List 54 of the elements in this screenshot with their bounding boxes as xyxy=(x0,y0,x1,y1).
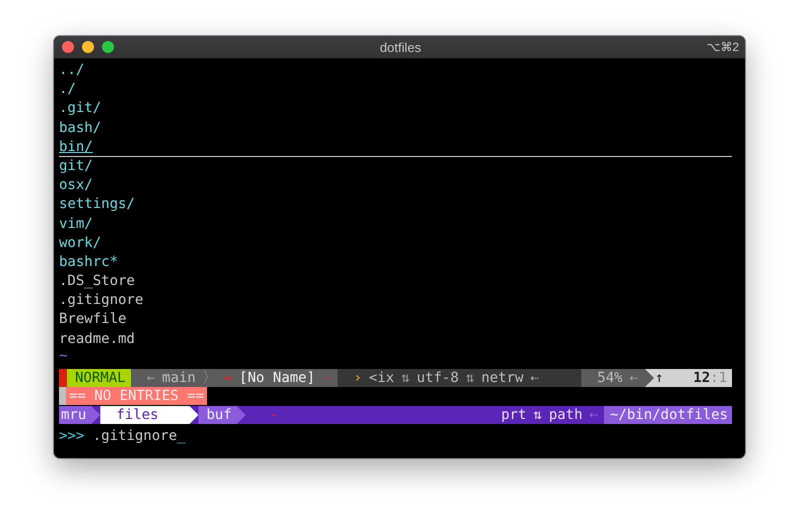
file-entry[interactable]: bash/ xyxy=(59,118,102,138)
close-button[interactable] xyxy=(62,41,74,53)
status-glyph: ⇅ xyxy=(533,406,542,424)
status-text: path xyxy=(548,406,583,424)
mode-tab[interactable]: buf xyxy=(198,406,246,424)
mode-tab[interactable]: files xyxy=(100,406,198,424)
status-glyph: › xyxy=(353,369,362,387)
status-glyph: - xyxy=(322,369,330,387)
prompt-symbol: >>> xyxy=(59,428,84,444)
working-directory: ~/bin/dotfiles xyxy=(604,406,732,424)
status-text: <ix xyxy=(368,369,394,387)
status-text: main xyxy=(162,369,196,387)
empty-line-marker: ~ xyxy=(59,348,68,366)
file-entry[interactable]: vim/ xyxy=(59,214,93,234)
file-entry[interactable]: osx/ xyxy=(59,176,93,196)
text-cursor: _ xyxy=(177,428,186,444)
status-glyph: ⇅ xyxy=(401,369,410,387)
status-text: 54% xyxy=(597,369,623,387)
status-glyph: 〉 xyxy=(202,369,217,387)
file-entry[interactable]: git/ xyxy=(59,156,93,176)
file-entry-cursor-line[interactable]: bin/ xyxy=(59,138,93,156)
file-entry[interactable]: Brewfile xyxy=(59,310,126,330)
file-entry[interactable]: .git/ xyxy=(59,99,102,119)
sign-column xyxy=(59,387,66,405)
status-glyph: ⇠ xyxy=(630,369,638,387)
zoom-button[interactable] xyxy=(102,41,114,53)
prompt-input[interactable]: .gitignore xyxy=(92,428,178,444)
modified-marker: - xyxy=(270,406,278,424)
status-text: 12 xyxy=(693,369,710,387)
status-text: netrw xyxy=(481,369,524,387)
file-entry[interactable]: settings/ xyxy=(59,195,135,214)
status-text: NORMAL xyxy=(75,369,126,387)
file-entry[interactable]: work/ xyxy=(59,234,102,253)
status-glyph: ⇠ xyxy=(590,406,598,424)
file-entry[interactable]: ./ xyxy=(59,80,76,100)
status-text: [No Name] xyxy=(239,369,316,387)
mode-tab[interactable]: mru xyxy=(59,406,100,424)
file-entry[interactable]: readme.md xyxy=(59,330,135,349)
status-text: :1 xyxy=(710,369,727,387)
shortcut-label: ⌥⌘2 xyxy=(705,40,739,54)
status-glyph: ⇠ xyxy=(530,369,539,387)
status-glyph: ↔ xyxy=(224,369,232,387)
status-glyph: ← xyxy=(146,369,156,387)
file-entry[interactable]: .DS_Store xyxy=(59,272,135,292)
window-title: dotfiles xyxy=(378,40,422,54)
file-entry[interactable]: ../ xyxy=(59,61,84,80)
status-glyph: ⇅ xyxy=(466,369,474,387)
status-text: ↑ xyxy=(655,369,664,387)
minimize-button[interactable] xyxy=(82,41,94,53)
file-entry[interactable]: .gitignore xyxy=(59,291,144,310)
error-message: == NO ENTRIES == xyxy=(66,387,207,405)
status-text: utf-8 xyxy=(416,369,459,387)
status-text: prt xyxy=(501,406,526,424)
file-entry[interactable]: bashrc* xyxy=(59,252,118,272)
